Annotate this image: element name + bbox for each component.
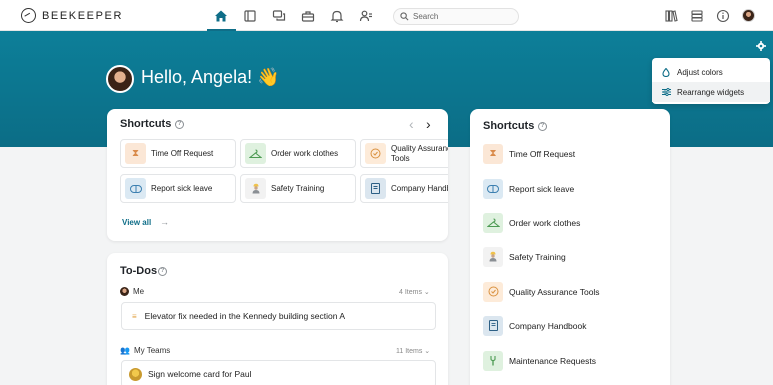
beekeeper-logo-icon — [21, 8, 36, 23]
avatar — [120, 287, 129, 296]
shortcut-list-item-time-off[interactable]: ⧗ Time Off Request — [483, 143, 575, 164]
checkmark-circle-icon — [483, 281, 503, 302]
shortcut-list-item-quality-assurance[interactable]: Quality Assurance Tools — [483, 281, 600, 302]
todo-item[interactable]: Sign welcome card for Paul — [121, 360, 436, 385]
library-icon[interactable] — [662, 7, 680, 25]
todo-item[interactable]: ≡ Elevator fix needed in the Kennedy bui… — [121, 302, 436, 330]
view-all-link[interactable]: View all — [122, 218, 151, 227]
chevron-down-icon: ⌄ — [424, 348, 431, 355]
list-icon: ≡ — [132, 311, 137, 321]
hourglass-icon: ⧗ — [483, 143, 503, 164]
droplet-icon — [661, 67, 671, 77]
chevron-right-icon[interactable]: › — [426, 117, 431, 131]
gear-icon[interactable] — [756, 41, 766, 51]
widget-settings-menu: Adjust colors Rearrange widgets — [652, 58, 770, 104]
shortcut-list-item-safety-training[interactable]: Safety Training — [483, 246, 566, 267]
app-logo[interactable]: BEEKEEPER — [21, 8, 123, 23]
greeting-heading: Hello, Angela! 👋 — [141, 67, 280, 87]
shortcut-tile-safety-training[interactable]: Safety Training — [240, 174, 356, 203]
shortcut-tile-quality-assurance[interactable]: Quality Assurance Tools — [360, 139, 448, 168]
hourglass-icon: ⧗ — [125, 143, 146, 164]
menu-item-label: Rearrange widgets — [677, 87, 745, 97]
help-icon[interactable]: ? — [175, 120, 184, 129]
menu-item-adjust-colors[interactable]: Adjust colors — [652, 62, 770, 82]
shortcut-list-item-sick-leave[interactable]: Report sick leave — [483, 178, 574, 199]
hanger-icon — [245, 143, 266, 164]
todo-group-count[interactable]: 4 Items ⌄ — [399, 288, 430, 296]
shortcut-tiles-carousel: ⧗ Time Off Request Order work clothes Qu… — [120, 139, 448, 205]
shortcuts-list-title: Shortcuts — [483, 120, 535, 132]
shortcuts-widget-title: Shortcuts — [120, 118, 172, 130]
pill-icon — [483, 178, 503, 199]
nav-notifications-bell-icon[interactable] — [328, 7, 346, 25]
database-icon[interactable] — [688, 7, 706, 25]
shortcut-list-item-company-handbook[interactable]: Company Handbook — [483, 315, 587, 336]
worker-icon — [483, 246, 503, 267]
todo-group-count[interactable]: 11 Items ⌄ — [396, 347, 430, 355]
todo-group-me[interactable]: Me — [120, 287, 144, 296]
shortcut-tile-sick-leave[interactable]: Report sick leave — [120, 174, 236, 203]
handbook-icon — [365, 178, 386, 199]
worker-icon — [245, 178, 266, 199]
nav-toolbox-icon[interactable] — [299, 7, 317, 25]
pill-icon — [125, 178, 146, 199]
shortcut-list-item-maintenance-requests[interactable]: Maintenance Requests — [483, 350, 596, 371]
arrow-right-icon[interactable]: → — [160, 217, 169, 227]
menu-item-rearrange-widgets[interactable]: Rearrange widgets — [652, 82, 770, 102]
todo-group-my-teams[interactable]: 👥 My Teams — [120, 346, 170, 355]
search-icon — [400, 12, 409, 21]
checkmark-circle-icon — [365, 143, 386, 164]
info-icon[interactable] — [714, 7, 732, 25]
help-icon[interactable]: ? — [538, 122, 547, 131]
hanger-icon — [483, 212, 503, 233]
chevron-left-icon[interactable]: ‹ — [409, 117, 414, 131]
search-box[interactable] — [393, 8, 519, 25]
nav-people-icon[interactable] — [357, 7, 375, 25]
shortcut-tile-time-off[interactable]: ⧗ Time Off Request — [120, 139, 236, 168]
nav-home-icon[interactable] — [212, 7, 230, 25]
user-avatar[interactable] — [742, 9, 755, 22]
shortcut-tile-company-handbook[interactable]: Company Handb — [360, 174, 448, 203]
avatar — [129, 367, 142, 381]
shortcut-tile-order-clothes[interactable]: Order work clothes — [240, 139, 356, 168]
handbook-icon — [483, 315, 503, 336]
nav-feed-icon[interactable] — [241, 7, 259, 25]
todos-widget-title: To-Dos — [120, 265, 158, 277]
help-icon[interactable]: ? — [158, 267, 167, 276]
top-navigation-bar: BEEKEEPER — [0, 0, 773, 31]
menu-item-label: Adjust colors — [677, 67, 723, 77]
sliders-icon — [661, 87, 671, 97]
app-name: BEEKEEPER — [42, 9, 124, 22]
nav-chat-icon[interactable] — [270, 7, 288, 25]
profile-avatar — [106, 65, 134, 93]
wrench-icon — [483, 350, 503, 371]
shortcut-list-item-order-clothes[interactable]: Order work clothes — [483, 212, 580, 233]
team-icon: 👥 — [120, 346, 130, 355]
search-input[interactable] — [413, 10, 513, 23]
chevron-down-icon: ⌄ — [423, 289, 430, 296]
